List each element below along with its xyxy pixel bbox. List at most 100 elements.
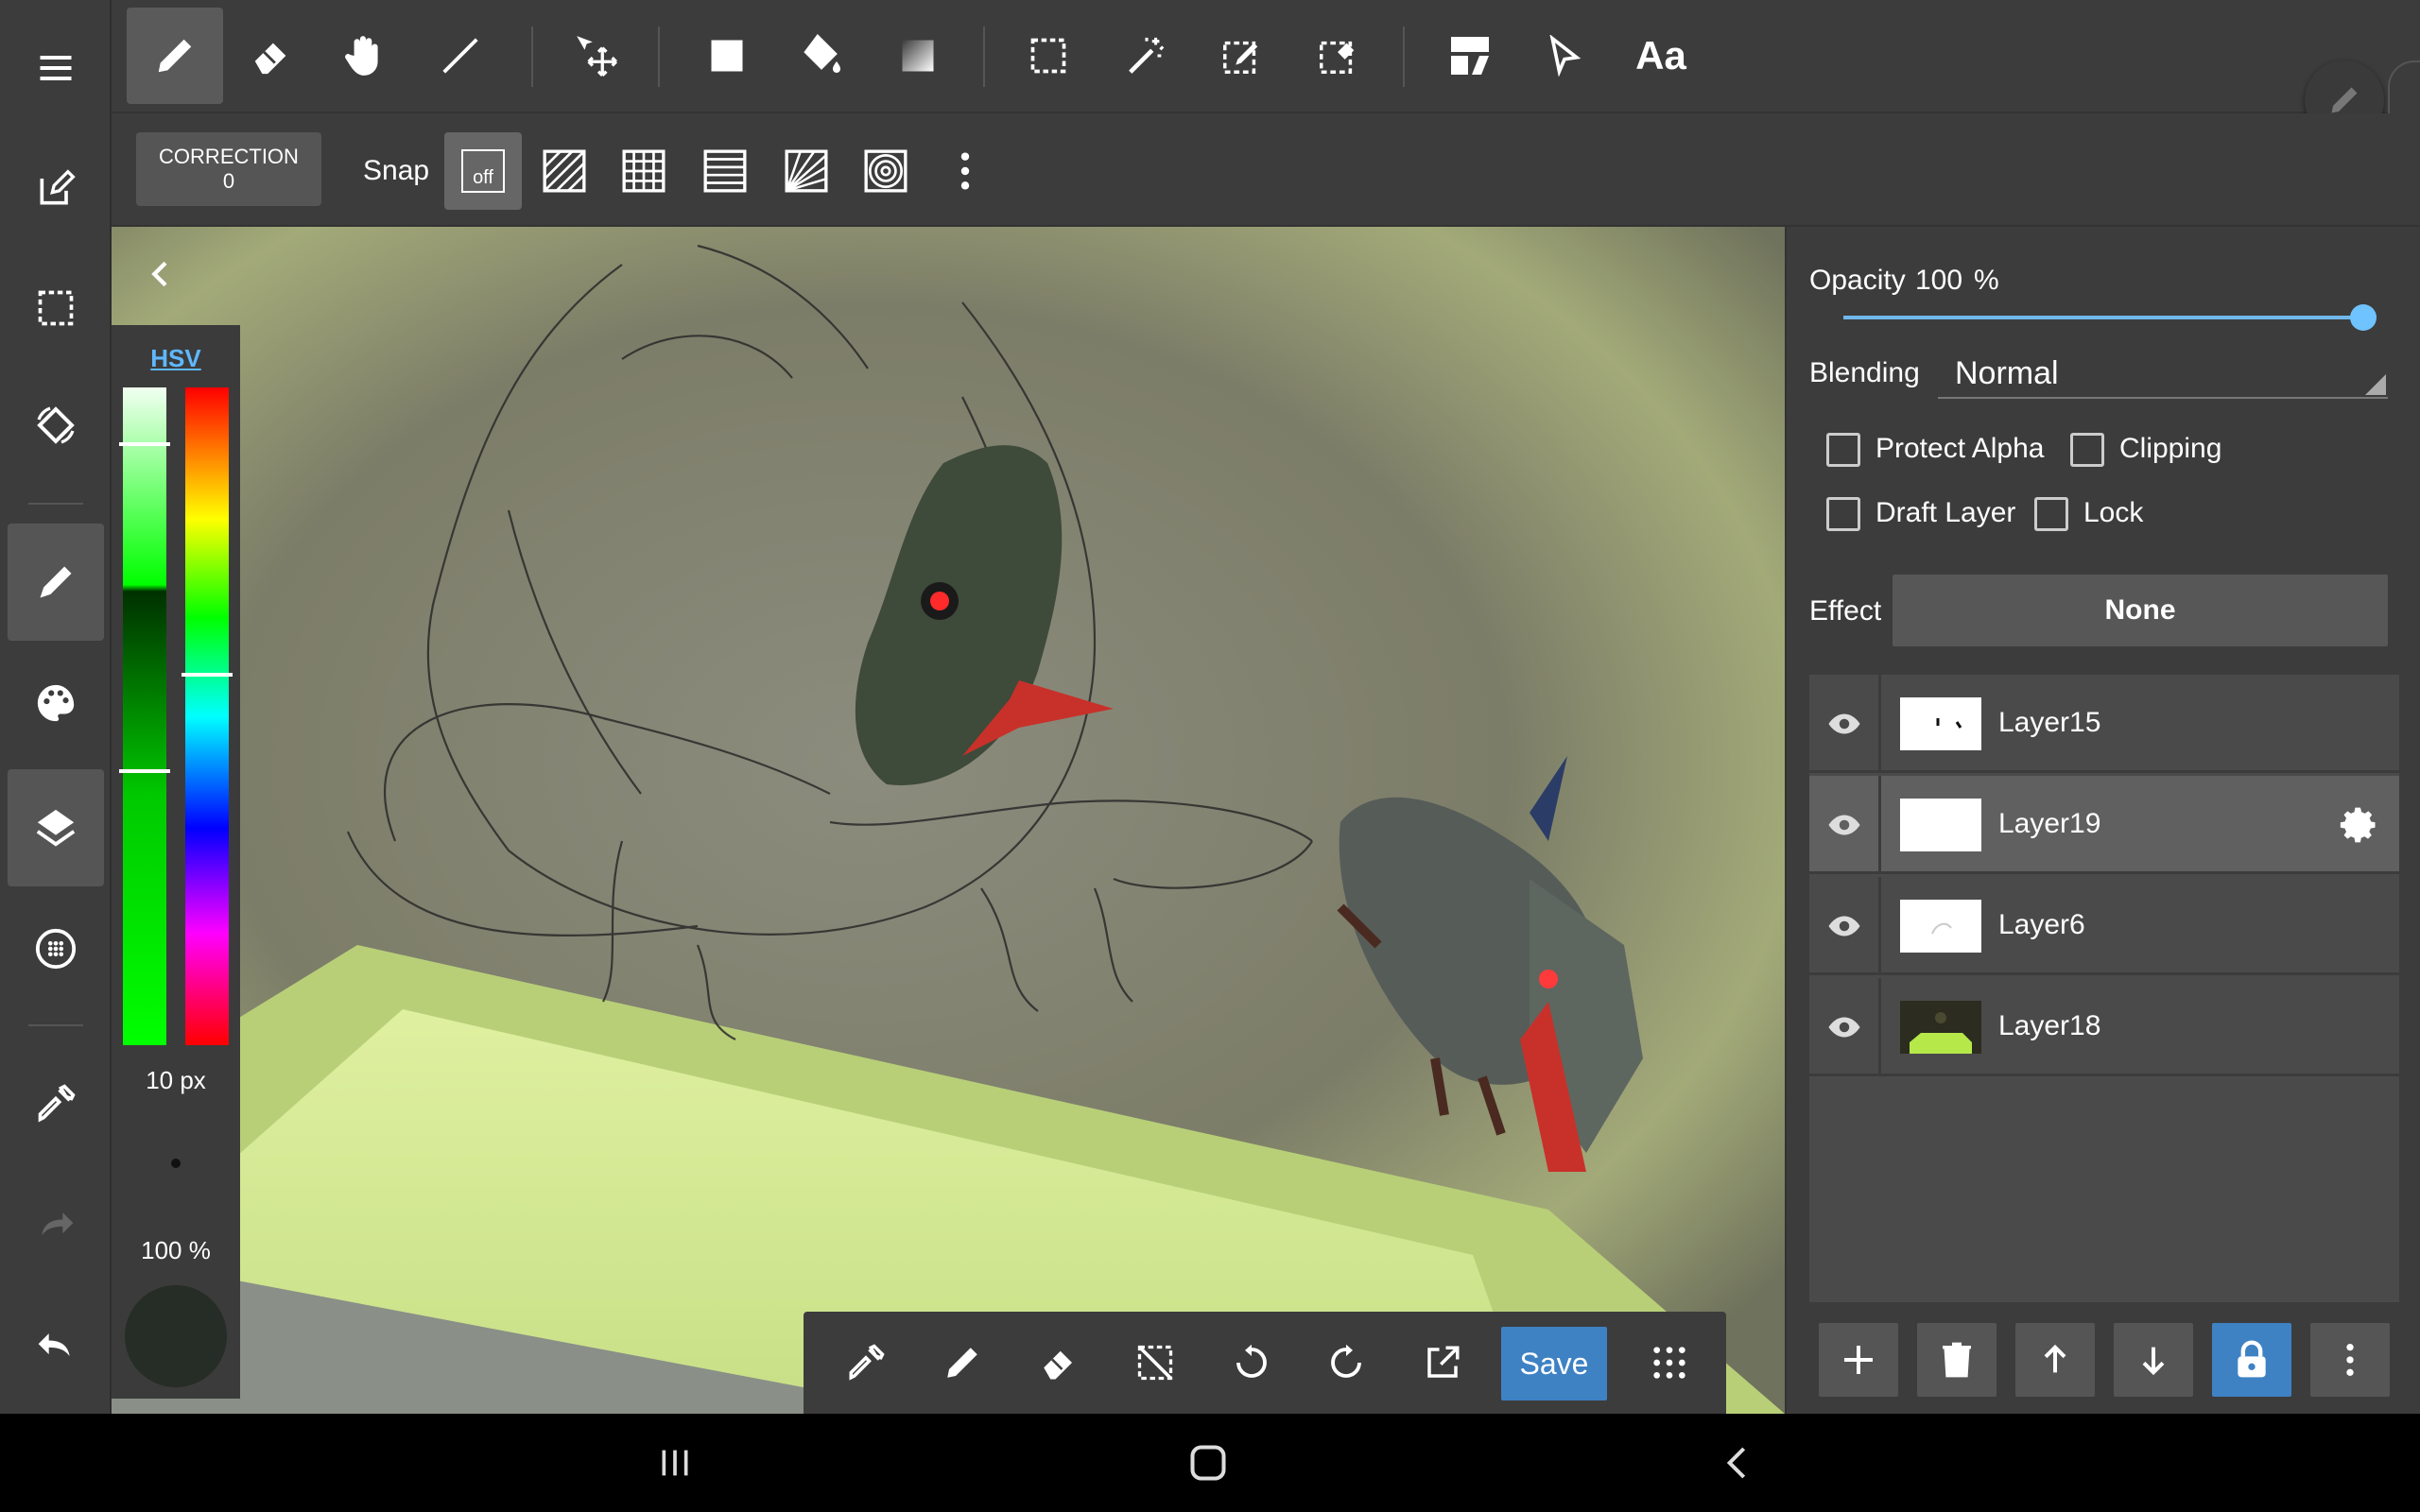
brush-button[interactable]: [8, 524, 104, 641]
selection-button[interactable]: [8, 249, 104, 367]
hide-color-panel-button[interactable]: [142, 255, 180, 298]
lock-layer-button[interactable]: [2212, 1323, 2291, 1397]
tool-select-rect[interactable]: [1000, 8, 1097, 104]
save-button[interactable]: Save: [1501, 1327, 1607, 1400]
artwork: [112, 227, 1785, 1414]
layer-row[interactable]: Layer19: [1809, 776, 2399, 874]
layer-panel-icon: [1451, 37, 1489, 75]
tool-magic-wand[interactable]: [1098, 8, 1195, 104]
blending-label: Blending: [1809, 357, 1920, 388]
edit-canvas-button[interactable]: [8, 130, 104, 248]
home-icon: [1190, 1445, 1226, 1481]
layer-row[interactable]: Layer6: [1809, 877, 2399, 975]
top-toolbar: Aa: [112, 0, 2420, 113]
value-slider[interactable]: [119, 387, 170, 1045]
quick-toolbar: Save: [804, 1312, 1726, 1414]
recent-apps-button[interactable]: [637, 1435, 713, 1491]
tool-pointer[interactable]: [1516, 8, 1613, 104]
material-button[interactable]: [8, 890, 104, 1007]
export-button[interactable]: [1405, 1325, 1480, 1400]
home-button[interactable]: [1170, 1435, 1246, 1491]
protect-alpha-label: Protect Alpha: [1876, 433, 2045, 464]
protect-alpha-checkbox[interactable]: [1826, 433, 1860, 467]
lock-checkbox[interactable]: [2034, 497, 2068, 531]
snap-off-label: off: [473, 167, 493, 188]
layer-settings-button[interactable]: [2339, 804, 2380, 850]
snap-label: Snap: [363, 155, 430, 186]
tool-select-pen[interactable]: [1193, 8, 1289, 104]
tool-hand[interactable]: [316, 8, 412, 104]
layer-row[interactable]: Layer15: [1809, 675, 2399, 773]
more-vertical-icon: [2346, 1344, 2354, 1376]
layer-row[interactable]: Layer18: [1809, 978, 2399, 1076]
hue-slider-thumb[interactable]: [182, 673, 233, 677]
tool-gradient[interactable]: [870, 8, 966, 104]
snap-more-button[interactable]: [926, 132, 1004, 210]
quick-pen-tool-button[interactable]: [925, 1325, 1000, 1400]
quick-redo-button[interactable]: [1308, 1325, 1384, 1400]
layer-more-button[interactable]: [2310, 1323, 2390, 1397]
effect-label: Effect: [1809, 595, 1882, 627]
draft-layer-checkbox[interactable]: [1826, 497, 1860, 531]
tool-layer-panel[interactable]: [1422, 8, 1518, 104]
hue-slider[interactable]: [182, 387, 233, 1045]
chevron-left-icon: [151, 261, 167, 287]
tool-text[interactable]: Aa: [1613, 8, 1709, 104]
snap-parallel-button[interactable]: [526, 132, 603, 210]
quick-eyedropper-button[interactable]: [828, 1325, 904, 1400]
opacity-slider-thumb[interactable]: [2350, 304, 2377, 331]
back-button[interactable]: [1700, 1435, 1775, 1491]
snap-off-button[interactable]: off: [444, 132, 522, 210]
correction-button[interactable]: CORRECTION 0: [136, 132, 321, 206]
brush-size-label[interactable]: 10 px: [112, 1066, 240, 1095]
effect-button[interactable]: None: [1893, 575, 2388, 646]
tool-eraser[interactable]: [223, 8, 320, 104]
menu-button[interactable]: [8, 9, 104, 127]
opacity-label: Opacity: [1809, 265, 1906, 296]
drawing-canvas[interactable]: [112, 227, 1785, 1414]
tool-move[interactable]: [548, 8, 645, 104]
redo-button[interactable]: [8, 1166, 104, 1283]
palette-button[interactable]: [8, 644, 104, 762]
layer-visibility-toggle[interactable]: [1809, 877, 1881, 975]
rotate-canvas-icon: [37, 406, 75, 444]
delete-layer-button[interactable]: [1917, 1323, 1996, 1397]
clipping-checkbox[interactable]: [2070, 433, 2104, 467]
color-mode-toggle[interactable]: HSV: [112, 344, 240, 373]
current-color-swatch[interactable]: [125, 1285, 227, 1387]
quick-undo-button[interactable]: [1214, 1325, 1289, 1400]
tool-pen[interactable]: [127, 8, 223, 104]
eyedropper-button[interactable]: [8, 1045, 104, 1162]
add-layer-button[interactable]: [1819, 1323, 1898, 1397]
blending-select[interactable]: Normal: [1938, 346, 2388, 399]
layers-button[interactable]: [8, 769, 104, 886]
brush-opacity-label[interactable]: 100 %: [112, 1236, 240, 1265]
snap-horizontal-button[interactable]: [686, 132, 764, 210]
tool-bucket[interactable]: [773, 8, 870, 104]
opacity-slider[interactable]: [1843, 316, 2363, 319]
quick-eraser-button[interactable]: [1021, 1325, 1097, 1400]
value-slider-thumb-top[interactable]: [119, 442, 170, 446]
rotate-canvas-button[interactable]: [8, 367, 104, 484]
value-slider-thumb-bottom[interactable]: [119, 769, 170, 773]
deselect-button[interactable]: [1117, 1325, 1193, 1400]
snap-concentric-button[interactable]: [847, 132, 925, 210]
layer-visibility-toggle[interactable]: [1809, 978, 1881, 1076]
quick-menu-button[interactable]: [1632, 1325, 1707, 1400]
move-layer-down-button[interactable]: [2114, 1323, 2193, 1397]
snap-perspective-button[interactable]: [768, 132, 845, 210]
layer-visibility-toggle[interactable]: [1809, 675, 1881, 773]
opacity-value: 100: [1915, 265, 1963, 296]
gradient-icon: [902, 40, 934, 72]
tool-fill-rect[interactable]: [679, 8, 775, 104]
undo-button[interactable]: [8, 1287, 104, 1404]
snap-grid-button[interactable]: [605, 132, 683, 210]
material-icon: [35, 928, 77, 970]
selection-icon: [38, 290, 74, 326]
layer-visibility-toggle[interactable]: [1809, 776, 1881, 874]
move-layer-up-button[interactable]: [2015, 1323, 2095, 1397]
tool-select-eraser[interactable]: [1289, 8, 1386, 104]
layer-name: Layer15: [1998, 707, 2101, 738]
snap-grid-icon: [622, 149, 666, 193]
tool-line[interactable]: [412, 8, 509, 104]
